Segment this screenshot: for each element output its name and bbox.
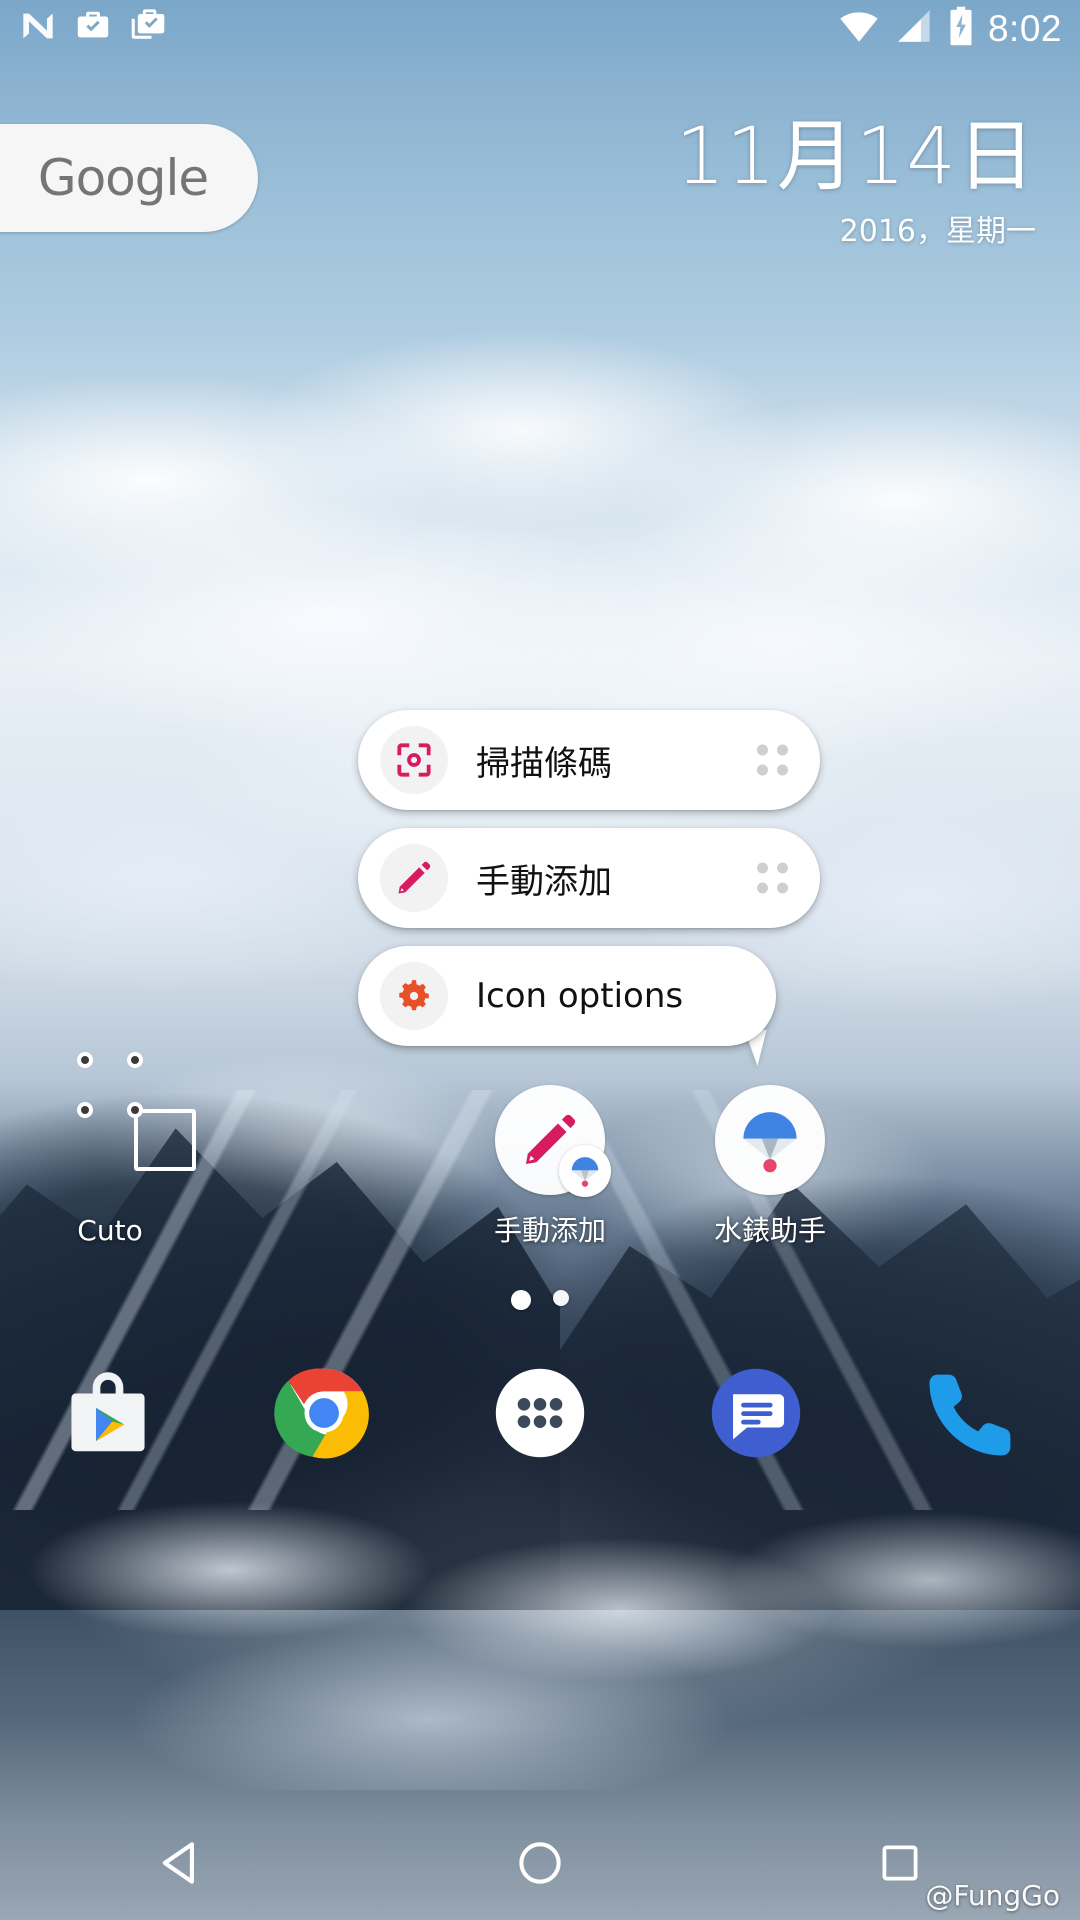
status-bar-right: 8:02 — [838, 5, 1062, 52]
app-label: 水錶助手 — [713, 1214, 826, 1247]
messages-icon — [705, 1362, 807, 1469]
drag-handle-icon[interactable] — [757, 744, 788, 776]
watermark: @FungGo — [925, 1879, 1060, 1912]
cuto-app-icon — [55, 1052, 196, 1195]
popup-item-label: Icon options — [476, 976, 684, 1016]
battery-charging-icon — [946, 5, 976, 52]
status-bar-left — [18, 6, 168, 51]
page-dot-1[interactable] — [511, 1290, 531, 1310]
pencil-edit-icon — [380, 844, 448, 912]
app-cuto[interactable]: Cuto — [0, 1052, 220, 1247]
dock — [0, 1330, 1080, 1500]
app-add-manually-shortcut[interactable]: 手動添加 — [440, 1085, 660, 1249]
work-briefcase-check-icon — [74, 7, 112, 50]
page-indicator — [0, 1290, 1080, 1310]
barcode-scan-icon — [380, 726, 448, 794]
recents-square-icon — [876, 1839, 924, 1892]
chrome-icon — [273, 1362, 375, 1469]
parachute-app-icon — [715, 1085, 825, 1195]
gear-settings-icon — [380, 962, 448, 1030]
status-bar[interactable]: 8:02 — [0, 0, 1080, 56]
app-label: 手動添加 — [493, 1214, 606, 1247]
home-screen-icon-row: Cuto 手動添加 水錶助手 — [0, 1052, 1080, 1285]
dock-item-chrome[interactable] — [216, 1362, 432, 1469]
status-bar-clock: 8:02 — [987, 7, 1062, 49]
popup-item-add-manually[interactable]: 手動添加 — [358, 828, 820, 928]
google-logo: Google — [37, 149, 209, 207]
nav-back[interactable] — [0, 1837, 360, 1894]
dock-item-phone[interactable] — [864, 1364, 1080, 1467]
popup-item-icon-options[interactable]: Icon options — [358, 946, 776, 1046]
dock-item-play-store[interactable] — [0, 1362, 216, 1469]
pencil-shortcut-icon — [495, 1085, 611, 1197]
nav-home[interactable] — [360, 1837, 720, 1894]
app-water-meter-assistant[interactable]: 水錶助手 — [660, 1085, 880, 1249]
popup-item-label: 掃描條碼 — [476, 743, 612, 784]
popup-item-label: 手動添加 — [476, 861, 612, 902]
wifi-icon — [838, 5, 880, 52]
app-label: Cuto — [77, 1214, 143, 1247]
cellular-signal-icon — [892, 5, 934, 52]
back-triangle-icon — [154, 1837, 206, 1894]
date-subtitle: 2016，星期一 — [839, 214, 1036, 249]
date-main: 11月14日 — [675, 112, 1036, 202]
work-briefcase-copy-check-icon — [128, 6, 168, 51]
date-widget[interactable]: 11月14日 2016，星期一 — [675, 118, 1036, 250]
dock-item-all-apps[interactable] — [432, 1361, 648, 1470]
shortcut-popup-menu: 掃描條碼 手動添加 Icon options — [358, 710, 820, 1046]
android-n-icon — [18, 6, 58, 51]
phone-icon — [923, 1364, 1021, 1467]
home-circle-icon — [514, 1837, 566, 1894]
google-search-widget[interactable]: Google — [0, 124, 258, 232]
low-clouds — [0, 1460, 1080, 1790]
page-dot-2[interactable] — [553, 1290, 569, 1306]
dock-item-messages[interactable] — [648, 1362, 864, 1469]
parachute-badge-icon — [559, 1145, 611, 1197]
navigation-bar — [0, 1810, 1080, 1920]
drag-handle-icon[interactable] — [757, 862, 788, 894]
app-drawer-icon — [488, 1361, 592, 1470]
play-store-icon — [57, 1362, 159, 1469]
popup-item-scan-barcode[interactable]: 掃描條碼 — [358, 710, 820, 810]
